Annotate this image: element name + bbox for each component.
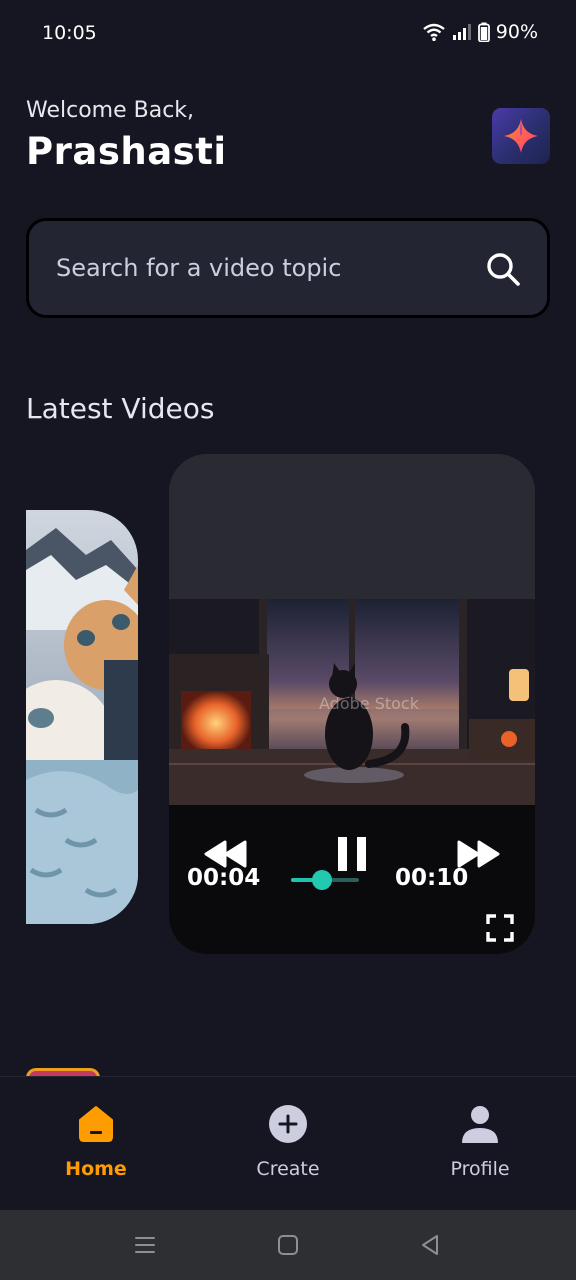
video-frame[interactable]: Adobe Stock	[169, 599, 535, 805]
status-bar: 10:05 90%	[0, 0, 576, 66]
welcome-text: Welcome Back,	[26, 98, 195, 123]
home-icon	[76, 1104, 116, 1144]
nav-label-create: Create	[256, 1158, 320, 1180]
nav-item-home[interactable]: Home	[0, 1077, 192, 1211]
cat-window-scene-image: Adobe Stock	[169, 599, 535, 805]
logo-star-icon	[504, 119, 538, 153]
nav-item-profile[interactable]: Profile	[384, 1077, 576, 1211]
status-time: 10:05	[42, 22, 97, 44]
nav-item-create[interactable]: Create	[192, 1077, 384, 1211]
latest-videos-title: Latest Videos	[26, 392, 215, 425]
bottom-nav: Home Create Profile	[0, 1076, 576, 1210]
user-name: Prashasti	[26, 130, 227, 173]
video-thumbnail[interactable]	[26, 510, 138, 924]
nav-label-home: Home	[65, 1158, 127, 1180]
search-placeholder: Search for a video topic	[56, 254, 342, 282]
app-logo-icon	[492, 108, 550, 164]
fullscreen-button[interactable]	[483, 911, 517, 945]
battery-icon	[477, 22, 490, 42]
pause-icon	[338, 837, 366, 871]
status-icons: 90%	[422, 21, 538, 43]
recent-apps-icon[interactable]	[132, 1232, 158, 1258]
video-player-card[interactable]: Adobe Stock 00:04 00:10	[169, 454, 535, 954]
seek-slider[interactable]	[291, 870, 359, 890]
seek-slider-thumb[interactable]	[311, 870, 332, 890]
video-controls: 00:04 00:10	[169, 805, 535, 954]
fullscreen-icon	[486, 914, 514, 942]
current-time: 00:04	[187, 865, 261, 891]
cats-thumbnail-image	[26, 510, 138, 924]
home-square-icon[interactable]	[275, 1232, 301, 1258]
svg-text:Adobe Stock: Adobe Stock	[319, 694, 420, 713]
user-icon	[460, 1104, 500, 1144]
battery-percent: 90%	[495, 21, 538, 43]
search-icon[interactable]	[485, 251, 521, 287]
system-nav-bar	[0, 1210, 576, 1280]
pause-button[interactable]	[329, 833, 375, 875]
wifi-icon	[423, 23, 445, 41]
back-triangle-icon[interactable]	[417, 1232, 443, 1258]
total-time: 00:10	[395, 865, 469, 891]
plus-circle-icon	[268, 1104, 308, 1144]
nav-label-profile: Profile	[450, 1158, 510, 1180]
search-input[interactable]: Search for a video topic	[26, 218, 550, 318]
signal-icon	[452, 24, 471, 40]
